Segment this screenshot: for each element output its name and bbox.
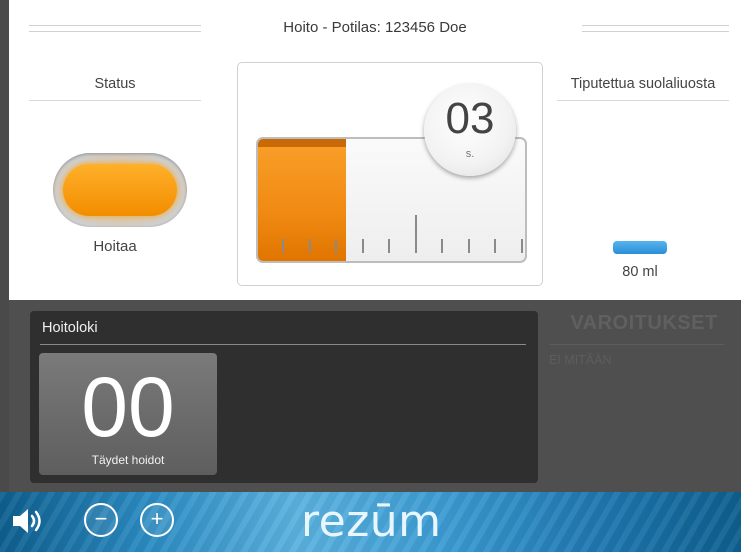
status-value: Hoitaa bbox=[93, 238, 137, 255]
timer-tick-mark bbox=[361, 239, 364, 253]
timer-progress-fill bbox=[258, 139, 347, 261]
log-area: Hoitoloki 00 Täydet hoidot VAROITUKSET E… bbox=[9, 300, 741, 492]
title-decoration-right bbox=[582, 25, 729, 32]
timer-tick-mark bbox=[335, 239, 337, 253]
timer-readout: 03 s. bbox=[424, 84, 516, 176]
footer-bar: − + rezūm bbox=[0, 492, 741, 552]
timer-tick-mark bbox=[282, 239, 284, 253]
timer-tick-mark bbox=[441, 239, 443, 253]
timer-tick-mark bbox=[467, 239, 470, 253]
treatment-timer-gauge: 03 s. bbox=[237, 62, 543, 286]
completed-treatments-count: 00 bbox=[81, 360, 175, 454]
volume-down-button[interactable]: − bbox=[84, 503, 118, 537]
treatment-panel: Hoito - Potilas: 123456 Doe Status Hoita… bbox=[9, 0, 741, 300]
title-bar: Hoito - Potilas: 123456 Doe bbox=[9, 12, 741, 44]
treatment-log-panel: Hoitoloki 00 Täydet hoidot bbox=[30, 311, 538, 483]
completed-treatments-label: Täydet hoidot bbox=[91, 453, 165, 467]
timer-tick-mark bbox=[414, 215, 417, 253]
saline-heading: Tiputettua suolaliuosta bbox=[570, 76, 716, 92]
log-title: Hoitoloki bbox=[42, 320, 98, 336]
status-indicator-light bbox=[63, 164, 177, 216]
status-indicator bbox=[53, 153, 187, 227]
timer-tick-mark bbox=[520, 239, 523, 253]
saline-value: 80 ml bbox=[622, 264, 658, 280]
timer-tick-mark bbox=[388, 239, 390, 253]
volume-up-button[interactable]: + bbox=[140, 503, 174, 537]
saline-level-bar bbox=[613, 241, 667, 254]
warnings-heading: VAROITUKSET bbox=[570, 312, 718, 334]
saline-divider bbox=[557, 100, 729, 101]
log-divider bbox=[40, 344, 526, 345]
timer-value: 03 bbox=[445, 94, 495, 143]
brand-logo: rezūm bbox=[301, 496, 442, 547]
status-heading: Status bbox=[94, 76, 136, 92]
warnings-divider bbox=[549, 344, 724, 345]
speaker-icon[interactable] bbox=[11, 506, 47, 536]
completed-treatments-card: 00 Täydet hoidot bbox=[39, 353, 217, 475]
timer-tick-mark bbox=[494, 239, 496, 253]
timer-unit: s. bbox=[465, 148, 475, 160]
status-divider bbox=[29, 100, 201, 101]
timer-tick-mark bbox=[308, 239, 311, 253]
warnings-value: EI MITÄÄN bbox=[549, 353, 612, 367]
